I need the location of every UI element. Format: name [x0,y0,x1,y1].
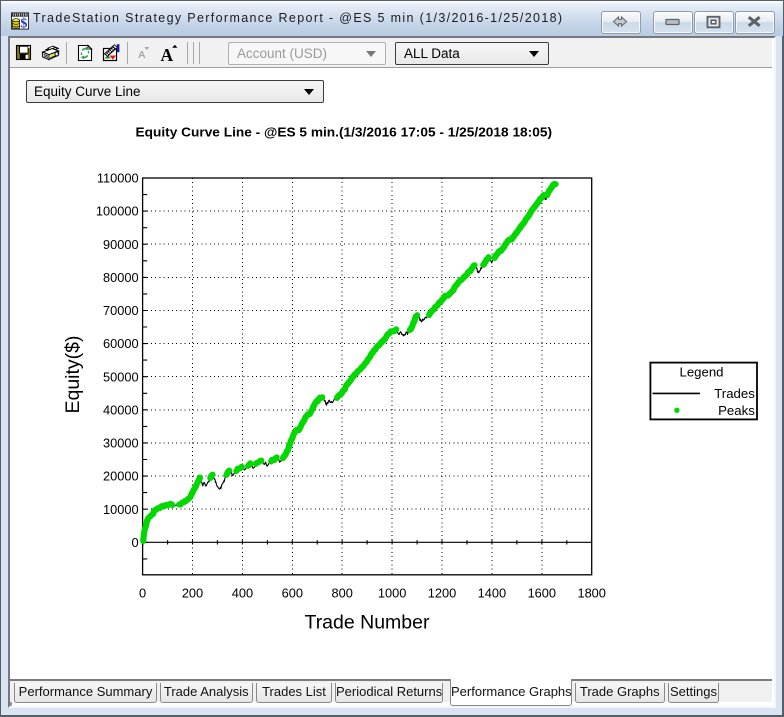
svg-text:0: 0 [139,586,146,601]
svg-text:10000: 10000 [103,502,139,517]
svg-text:100000: 100000 [96,204,139,219]
svg-text:Peaks: Peaks [718,403,755,418]
svg-text:0: 0 [131,535,138,550]
svg-text:1800: 1800 [577,586,605,601]
svg-text:A: A [138,49,146,61]
svg-text:1400: 1400 [478,586,506,601]
svg-text:400: 400 [232,586,253,601]
svg-text:30000: 30000 [103,436,139,451]
svg-text:1000: 1000 [378,586,406,601]
svg-text:800: 800 [332,586,353,601]
svg-text:Trades: Trades [714,386,755,401]
svg-text:1200: 1200 [428,586,456,601]
svg-text:Equity Curve Line - @ES 5 min.: Equity Curve Line - @ES 5 min.(1/3/2016 … [136,126,553,140]
svg-text:40000: 40000 [103,402,139,417]
svg-text:$: $ [20,16,27,30]
svg-text:A: A [161,45,174,65]
svg-text:50000: 50000 [103,369,139,384]
svg-text:70000: 70000 [103,303,139,318]
svg-text:110000: 110000 [97,171,139,186]
svg-text:600: 600 [282,586,303,601]
svg-text:Legend: Legend [679,365,723,380]
svg-text:80000: 80000 [103,270,139,285]
svg-text:Equity($): Equity($) [62,335,84,413]
svg-text:200: 200 [182,586,203,601]
svg-text:90000: 90000 [103,237,139,252]
svg-text:20000: 20000 [103,469,139,484]
svg-text:60000: 60000 [103,336,139,351]
svg-text:Trade Number: Trade Number [305,612,430,634]
svg-text:1600: 1600 [528,586,556,601]
